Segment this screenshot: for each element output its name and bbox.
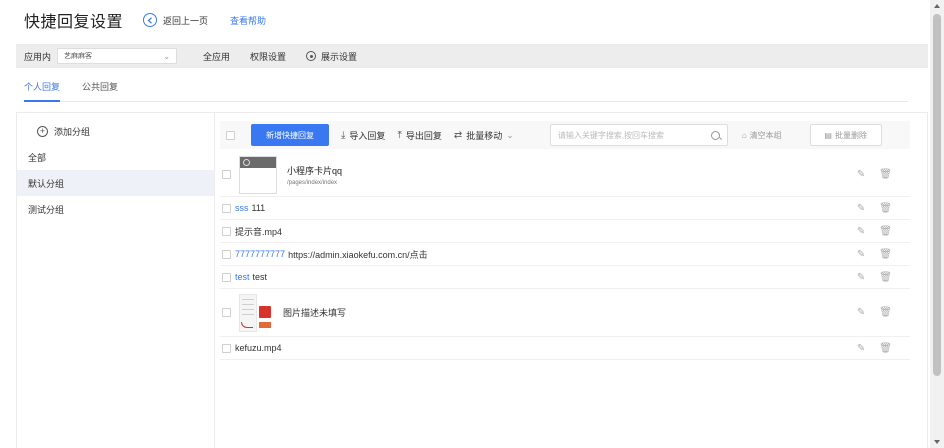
scroll-up-icon[interactable] bbox=[934, 4, 940, 8]
page-title: 快捷回复设置 bbox=[24, 14, 124, 31]
upload-icon: ⤓ bbox=[341, 129, 346, 141]
swap-icon: ⇄ bbox=[453, 129, 463, 141]
edit-icon[interactable]: ✎ bbox=[857, 169, 865, 180]
menu-all-apps[interactable]: 全应用 bbox=[203, 50, 230, 63]
trash-icon[interactable]: 🗑 bbox=[879, 226, 892, 237]
trash-icon[interactable]: 🗑 bbox=[879, 343, 892, 354]
menu-display-settings-label: 展示设置 bbox=[321, 51, 358, 62]
gear-icon bbox=[306, 51, 317, 61]
clear-group-label: 清空本组 bbox=[749, 130, 782, 140]
chevron-down-icon: ⌄ bbox=[163, 51, 171, 61]
search-input[interactable]: 请输入关键字搜索,按回车搜索 bbox=[549, 124, 728, 146]
help-link[interactable]: 查看帮助 bbox=[230, 14, 266, 27]
new-reply-button[interactable]: 新增快捷回复 bbox=[251, 124, 329, 146]
edit-icon[interactable]: ✎ bbox=[857, 249, 865, 260]
download-icon: ⤒ bbox=[397, 129, 402, 141]
back-label: 返回上一页 bbox=[163, 15, 209, 26]
export-label: 导出回复 bbox=[405, 130, 442, 141]
group-sidebar: + 添加分组 全部 默认分组 测试分组 bbox=[17, 113, 215, 448]
app-menu: 全应用 权限设置 展示设置 bbox=[203, 50, 357, 63]
sidebar-item-all[interactable]: 全部 bbox=[17, 144, 214, 170]
trash-icon[interactable]: 🗑 bbox=[879, 249, 892, 260]
edit-icon[interactable]: ✎ bbox=[857, 203, 865, 214]
row-checkbox[interactable] bbox=[222, 343, 231, 353]
edit-icon[interactable]: ✎ bbox=[857, 307, 865, 318]
miniprogram-path: /pages/index/index bbox=[287, 179, 338, 186]
add-group-label: 添加分组 bbox=[54, 126, 91, 137]
tab-personal[interactable]: 个人回复 bbox=[24, 80, 61, 102]
miniprogram-title: 小程序卡片qq bbox=[287, 165, 343, 176]
menu-permissions[interactable]: 权限设置 bbox=[250, 50, 286, 63]
trash-icon[interactable]: 🗑 bbox=[879, 272, 892, 283]
reply-row[interactable]: test test ✎ 🗑 bbox=[220, 266, 910, 289]
reply-rows: 小程序卡片qq /pages/index/index ✎ 🗑 sss 111 ✎… bbox=[220, 153, 910, 360]
page-scrollbar[interactable] bbox=[930, 0, 944, 448]
import-button[interactable]: ⤓ 导入回复 bbox=[341, 129, 385, 142]
trash-icon[interactable]: 🗑 bbox=[879, 169, 892, 180]
batch-delete-label: 批量删除 bbox=[834, 130, 867, 140]
back-circle-icon bbox=[143, 13, 158, 27]
reply-keyword: test bbox=[235, 272, 250, 282]
reply-row[interactable]: sss 111 ✎ 🗑 bbox=[220, 197, 910, 220]
action-toolbar: 新增快捷回复 ⤓ 导入回复 ⤒ 导出回复 ⇄ 批量移动 ⌄ 请输入关键字搜索,按… bbox=[220, 121, 910, 149]
reply-text: 111 bbox=[251, 203, 266, 213]
reply-keyword: sss bbox=[235, 203, 249, 213]
reply-text: kefuzu.mp4 bbox=[235, 343, 282, 353]
chevron-down-icon: ⌄ bbox=[506, 129, 514, 140]
menu-display-settings[interactable]: 展示设置 bbox=[306, 50, 357, 63]
edit-icon[interactable]: ✎ bbox=[857, 226, 865, 237]
back-link[interactable]: 返回上一页 bbox=[143, 13, 208, 27]
reply-row-image[interactable]: 图片描述未填写 ✎ 🗑 bbox=[220, 289, 910, 337]
content-card: + 添加分组 全部 默认分组 测试分组 新增快捷回复 ⤓ 导入回复 ⤒ 导出回复… bbox=[16, 112, 928, 448]
reply-row-miniprogram[interactable]: 小程序卡片qq /pages/index/index ✎ 🗑 bbox=[220, 153, 910, 197]
clear-group-button[interactable]: ⌂ 清空本组 bbox=[742, 130, 782, 141]
delete-list-icon: ▤ bbox=[824, 130, 832, 140]
reply-tabs: 个人回复 公共回复 bbox=[24, 80, 908, 102]
import-label: 导入回复 bbox=[349, 130, 386, 141]
miniprogram-logo-icon bbox=[243, 158, 250, 166]
sidebar-item-test[interactable]: 测试分组 bbox=[17, 196, 214, 222]
image-thumbnail bbox=[239, 293, 273, 332]
add-group-button[interactable]: + 添加分组 bbox=[17, 118, 214, 144]
row-checkbox[interactable] bbox=[222, 226, 231, 236]
row-checkbox[interactable] bbox=[222, 170, 231, 179]
reply-keyword: 7777777777 bbox=[235, 249, 286, 259]
edit-icon[interactable]: ✎ bbox=[857, 343, 865, 354]
row-checkbox[interactable] bbox=[222, 203, 231, 213]
image-description: 图片描述未填写 bbox=[283, 308, 347, 318]
row-checkbox[interactable] bbox=[222, 249, 231, 259]
scrollbar-thumb[interactable] bbox=[933, 14, 941, 376]
tab-public[interactable]: 公共回复 bbox=[82, 80, 118, 102]
batch-move-label: 批量移动 bbox=[466, 130, 503, 141]
reply-text: 提示音.mp4 bbox=[235, 226, 283, 237]
reply-row[interactable]: kefuzu.mp4 ✎ 🗑 bbox=[220, 337, 910, 360]
row-checkbox[interactable] bbox=[222, 272, 231, 282]
broom-icon: ⌂ bbox=[741, 130, 747, 140]
app-select[interactable]: 艺麻麻客 ⌄ bbox=[57, 48, 178, 64]
row-checkbox[interactable] bbox=[222, 308, 231, 317]
reply-row[interactable]: 7777777777 https://admin.xiaokefu.com.cn… bbox=[220, 243, 910, 266]
search-icon[interactable] bbox=[710, 130, 720, 140]
reply-list-panel: 新增快捷回复 ⤓ 导入回复 ⤒ 导出回复 ⇄ 批量移动 ⌄ 请输入关键字搜索,按… bbox=[215, 113, 927, 448]
sidebar-item-default[interactable]: 默认分组 bbox=[17, 170, 214, 196]
search-placeholder: 请输入关键字搜索,按回车搜索 bbox=[557, 130, 665, 140]
select-all-checkbox[interactable] bbox=[226, 130, 235, 140]
export-button[interactable]: ⤒ 导出回复 bbox=[397, 129, 441, 142]
app-bar: 应用内 艺麻麻客 ⌄ 全应用 权限设置 展示设置 bbox=[16, 44, 928, 68]
page-header: 快捷回复设置 返回上一页 查看帮助 bbox=[0, 0, 930, 40]
reply-text: test bbox=[252, 272, 268, 282]
edit-icon[interactable]: ✎ bbox=[857, 272, 865, 283]
plus-circle-icon: + bbox=[37, 125, 48, 137]
batch-delete-button[interactable]: ▤ 批量删除 bbox=[809, 124, 882, 146]
reply-row[interactable]: 提示音.mp4 ✎ 🗑 bbox=[220, 220, 910, 243]
trash-icon[interactable]: 🗑 bbox=[879, 307, 892, 318]
batch-move-button[interactable]: ⇄ 批量移动 ⌄ bbox=[454, 129, 514, 142]
app-scope-label: 应用内 bbox=[24, 51, 52, 62]
scroll-down-icon[interactable] bbox=[934, 440, 940, 444]
miniprogram-thumbnail bbox=[239, 155, 277, 194]
app-select-value: 艺麻麻客 bbox=[64, 53, 93, 60]
reply-text: https://admin.xiaokefu.com.cn/点击 bbox=[288, 249, 428, 260]
trash-icon[interactable]: 🗑 bbox=[879, 203, 892, 214]
